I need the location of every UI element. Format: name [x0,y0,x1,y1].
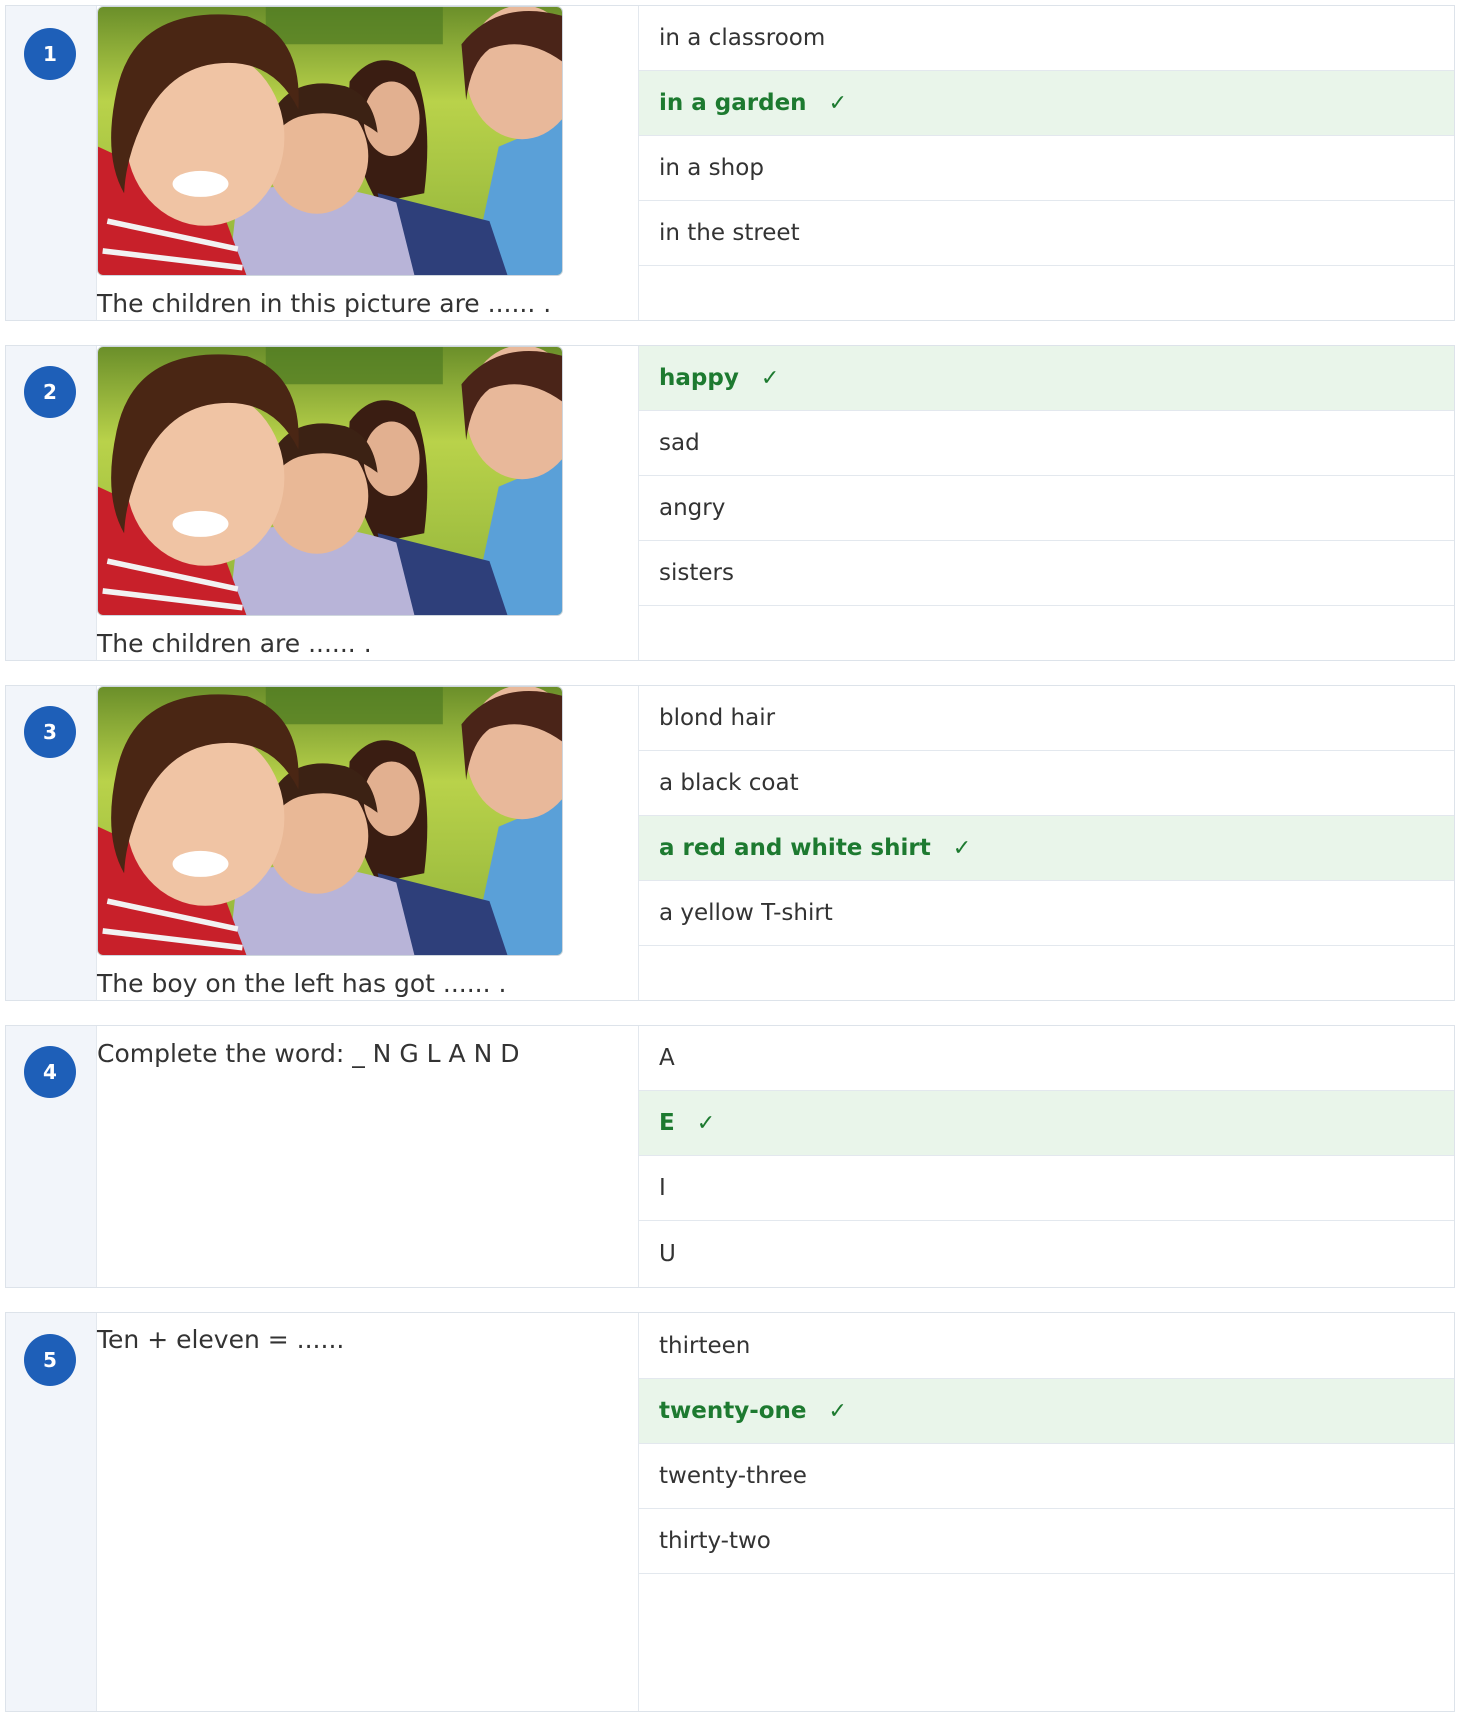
option-label: U [659,1240,676,1267]
question-number-column: 1 [6,6,97,320]
option-label: sad [659,430,700,456]
option-label: a red and white shirt [659,835,931,861]
option-label: twenty-one [659,1398,807,1424]
question-number-badge: 4 [24,1046,76,1098]
option-label: in a shop [659,155,764,181]
question-card-4: 4 Complete the word: _ N G L A N D A E ✓ … [5,1025,1455,1288]
answer-option[interactable]: in the street [639,201,1454,266]
question-card-3: 3 The boy on the left has got ...... . b… [5,685,1455,1001]
option-label: in the street [659,220,800,246]
question-number-column: 2 [6,346,97,660]
answer-option[interactable]: thirteen [639,1313,1454,1379]
option-label: a black coat [659,770,799,796]
question-number-badge: 1 [24,28,76,80]
question-number-badge: 2 [24,366,76,418]
answer-option[interactable]: a yellow T-shirt [639,881,1454,946]
question-card-1: 1 The children in this picture are .....… [5,5,1455,321]
checkmark-icon: ✓ [760,365,780,391]
answer-option[interactable]: angry [639,476,1454,541]
answer-option[interactable]: in a classroom [639,6,1454,71]
option-label: angry [659,495,726,521]
option-label: a yellow T-shirt [659,900,833,926]
checkmark-icon: ✓ [696,1110,716,1136]
question-stem: The children are ...... . [97,346,639,660]
answer-options: A E ✓ I U [639,1026,1454,1286]
question-number-badge: 5 [24,1334,76,1386]
option-label: happy [659,365,739,391]
answer-option-correct[interactable]: in a garden ✓ [639,71,1454,136]
question-caption: The boy on the left has got ...... . [97,969,507,998]
checkmark-icon: ✓ [952,835,972,861]
answer-option[interactable]: sad [639,411,1454,476]
question-stem: The children in this picture are ...... … [97,6,639,320]
answer-option[interactable]: thirty-two [639,1509,1454,1574]
question-number-column: 5 [6,1313,97,1711]
option-label: in a classroom [659,25,826,51]
question-number-column: 3 [6,686,97,1000]
answer-option-correct[interactable]: twenty-one ✓ [639,1379,1454,1444]
answer-options: in a classroom in a garden ✓ in a shop in… [639,6,1454,266]
option-label: sisters [659,560,734,586]
question-stem: Complete the word: _ N G L A N D [97,1026,639,1287]
answer-option-correct[interactable]: happy ✓ [639,346,1454,411]
answer-option[interactable]: sisters [639,541,1454,606]
question-stem: The boy on the left has got ...... . [97,686,639,1000]
answer-option[interactable]: a black coat [639,751,1454,816]
option-label: in a garden [659,90,807,116]
option-label: E [659,1110,675,1136]
checkmark-icon: ✓ [828,90,847,116]
answer-option-correct[interactable]: E ✓ [639,1091,1454,1156]
answer-option[interactable]: in a shop [639,136,1454,201]
option-label: thirteen [659,1332,751,1359]
answer-options: happy ✓ sad angry sisters [639,346,1454,606]
option-label: thirty-two [659,1528,771,1554]
question-number-badge: 3 [24,706,76,758]
option-label: blond hair [659,705,776,731]
answer-options: thirteen twenty-one ✓ twenty-three thirty… [639,1313,1454,1574]
children-photo [97,686,563,956]
question-number-column: 4 [6,1026,97,1287]
question-caption: The children are ...... . [97,629,372,658]
option-label: twenty-three [659,1463,807,1489]
children-photo [97,6,563,276]
question-stem: Ten + eleven = ...... [97,1313,639,1711]
answer-option[interactable]: blond hair [639,686,1454,751]
question-caption: The children in this picture are ...... … [97,289,552,318]
question-card-5: 5 Ten + eleven = ...... thirteen twenty-… [5,1312,1455,1712]
answer-option[interactable]: I [639,1156,1454,1221]
answer-option[interactable]: A [639,1026,1454,1091]
question-text: Ten + eleven = ...... [97,1325,345,1354]
children-photo [97,346,563,616]
question-text: Complete the word: _ N G L A N D [97,1039,520,1068]
option-label: I [659,1175,666,1201]
answer-options: blond hair a black coat a red and white … [639,686,1454,946]
question-card-2: 2 The children are ...... . happy ✓ sad a… [5,345,1455,661]
answer-option-correct[interactable]: a red and white shirt ✓ [639,816,1454,881]
answer-option[interactable]: twenty-three [639,1444,1454,1509]
option-label: A [659,1045,675,1071]
answer-option[interactable]: U [639,1221,1454,1286]
checkmark-icon: ✓ [828,1398,847,1424]
